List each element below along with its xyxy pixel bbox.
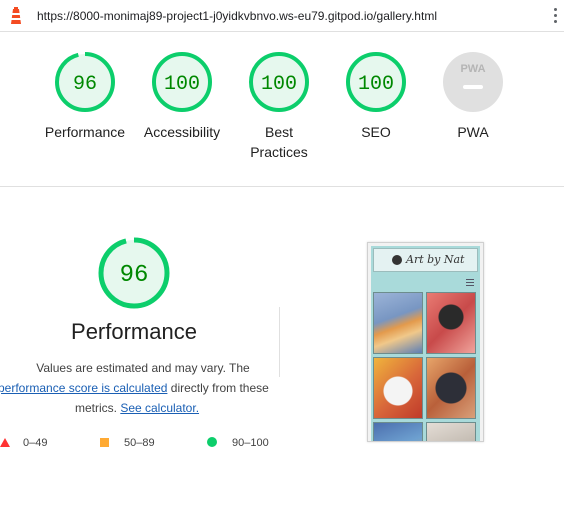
gauge-label: Performance (44, 124, 126, 140)
gauge-pwa[interactable]: PWA PWA (425, 50, 521, 142)
description-line: performance score is calculated directly… (0, 378, 269, 398)
gauge-seo[interactable]: 100 SEO (328, 50, 424, 142)
performance-summary: 96 Performance (0, 236, 268, 346)
legend-fail: 0–49 (0, 437, 47, 449)
description-line: Values are estimated and may vary. The (36, 361, 250, 375)
thumbnail-page: Art by Nat (371, 246, 480, 441)
thumbnail-brand: Art by Nat (406, 253, 465, 266)
see-calculator-link[interactable]: See calculator. (120, 401, 199, 415)
gauge-score: 100 (261, 73, 297, 96)
gauge-accessibility[interactable]: 100 Accessibility (134, 50, 230, 142)
gauge-score: 100 (358, 73, 394, 96)
legend-average: 50–89 (100, 437, 155, 449)
score-ring: 100 (152, 52, 212, 112)
legend-range: 0–49 (23, 437, 48, 449)
gauge-label: SEO (361, 124, 391, 140)
score-legend: 0–49 50–89 90–100 (0, 437, 290, 453)
gallery-image (426, 357, 476, 419)
gallery-image (373, 292, 423, 354)
hamburger-icon (466, 279, 474, 288)
gauge-label: Best Practices (250, 124, 308, 160)
performance-description: Values are estimated and may vary. The p… (0, 358, 269, 418)
legend-range: 90–100 (232, 437, 269, 449)
page-url[interactable]: https://8000-monimaj89-project1-j0yidkvb… (37, 9, 437, 23)
pwa-badge-text: PWA (460, 63, 485, 75)
thumbnail-header: Art by Nat (373, 248, 478, 272)
score-ring: 100 (346, 52, 406, 112)
gallery-image (373, 357, 423, 419)
gallery-image (426, 292, 476, 354)
score-calculation-link[interactable]: performance score is calculated (0, 381, 167, 395)
performance-score: 96 (120, 262, 149, 289)
pwa-badge-icon: PWA (443, 52, 503, 112)
performance-score-ring: 96 (98, 237, 170, 309)
gauge-score: 100 (164, 73, 200, 96)
more-menu-icon[interactable] (552, 8, 558, 24)
gallery-image (373, 422, 423, 441)
description-middle: directly from these (170, 381, 269, 395)
score-ring: 100 (249, 52, 309, 112)
gauge-label: Accessibility (143, 124, 221, 140)
address-bar: https://8000-monimaj89-project1-j0yidkvb… (0, 0, 564, 32)
description-line: metrics. See calculator. (0, 398, 268, 418)
pass-circle-icon (207, 437, 217, 447)
lighthouse-icon (11, 7, 21, 24)
legend-pass: 90–100 (207, 437, 269, 449)
gallery-image (426, 422, 476, 441)
performance-title: Performance (71, 319, 197, 344)
gauge-best-practices[interactable]: 100 Best Practices (231, 50, 327, 162)
gauge-performance[interactable]: 96 Performance (37, 50, 133, 142)
legend-range: 50–89 (124, 437, 155, 449)
average-square-icon (100, 438, 109, 447)
palette-icon (392, 255, 402, 265)
description-metrics: metrics. (74, 401, 117, 415)
score-ring: 96 (55, 52, 115, 112)
section-divider (279, 307, 280, 377)
category-gauges: 96 Performance 100 Accessibility 100 Bes… (0, 32, 564, 187)
gauge-score: 96 (73, 73, 97, 96)
gauge-label: PWA (457, 124, 489, 140)
fail-triangle-icon (0, 438, 10, 447)
page-screenshot-thumbnail[interactable]: Art by Nat (367, 242, 484, 442)
